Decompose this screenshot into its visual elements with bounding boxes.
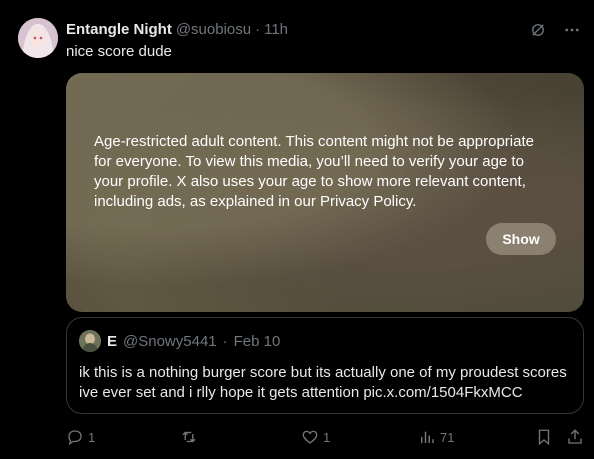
quoted-post[interactable]: E @Snowy5441 · Feb 10 ik this is a nothi… [66,317,584,414]
quoted-post-text: ik this is a nothing burger score but it… [79,364,567,401]
reply-icon [66,428,84,446]
share-icon [566,428,584,446]
post[interactable]: Entangle Night @suobiosu · 11h nice scor… [0,0,594,459]
separator-dot: · [255,21,261,38]
views-icon [418,428,436,446]
bookmark-button[interactable] [535,428,553,446]
quoted-post-header: E @Snowy5441 · Feb 10 [79,330,280,352]
post-text: nice score dude [66,43,172,60]
repost-icon [180,428,198,446]
more-icon[interactable] [562,20,582,40]
like-count: 1 [323,429,331,445]
post-time[interactable]: 11h [264,21,288,38]
reply-count: 1 [88,429,96,445]
bookmark-icon [535,428,553,446]
quoted-author-avatar[interactable] [79,330,101,352]
sensitive-media[interactable]: Age-restricted adult content. This conte… [66,73,584,312]
like-button[interactable]: 1 [301,428,330,446]
show-media-button[interactable]: Show [486,223,556,255]
author-name[interactable]: Entangle Night [66,21,172,38]
post-action-bar: 1 1 71 [66,428,586,448]
quoted-post-date[interactable]: Feb 10 [234,333,281,350]
post-header: Entangle Night @suobiosu · 11h [66,21,288,38]
author-handle[interactable]: @suobiosu [176,21,251,38]
share-button[interactable] [566,428,584,446]
author-avatar[interactable] [18,18,58,58]
age-restriction-notice: Age-restricted adult content. This conte… [94,133,534,210]
grok-icon[interactable] [528,20,548,40]
separator-dot: · [222,332,228,350]
quoted-author-handle[interactable]: @Snowy5441 [123,333,217,350]
post-top-actions [528,20,582,40]
quoted-author-name[interactable]: E [107,333,117,350]
views-button[interactable]: 71 [418,428,454,446]
reply-button[interactable]: 1 [66,428,95,446]
views-count: 71 [440,429,455,445]
like-icon [301,428,319,446]
repost-button[interactable] [180,428,198,446]
